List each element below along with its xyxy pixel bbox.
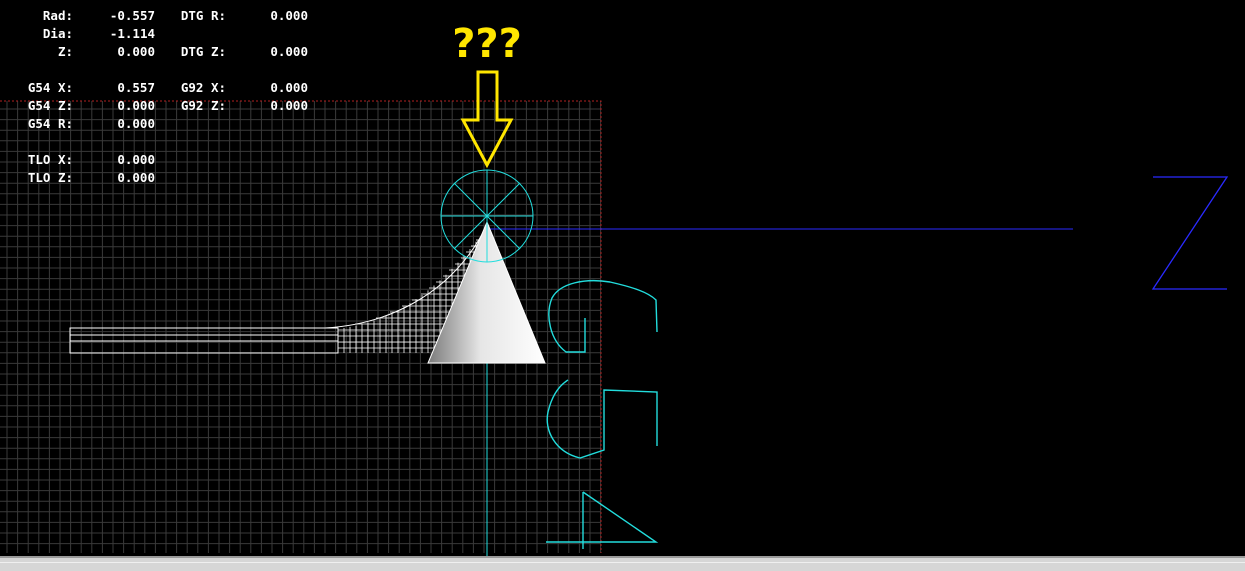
status-bar-highlight bbox=[0, 562, 1245, 563]
dro-readout: Rad: -0.557 DTG R: 0.000 Dia: -1.114 Z: 0.000 DT… bbox=[0, 0, 330, 200]
dro-value: 0.000 bbox=[270, 8, 308, 23]
dro-label: DTG Z: bbox=[180, 44, 226, 59]
3d-preview-viewport[interactable]: Rad: -0.557 DTG R: 0.000 Dia: -1.114 Z: 0.000 DT… bbox=[0, 0, 1245, 556]
annotation-question-marks: ??? bbox=[452, 21, 522, 67]
dro-label: Dia: bbox=[42, 26, 73, 41]
dro-row: G54 R: 0.000 bbox=[0, 115, 330, 133]
z-axis-label-glyph bbox=[1151, 176, 1229, 290]
dro-label: G54 R: bbox=[27, 116, 73, 131]
dro-row: G54 X: 0.557 G92 X: 0.000 bbox=[0, 79, 330, 97]
dro-label: G92 X: bbox=[180, 80, 226, 95]
dro-label: Rad: bbox=[42, 8, 73, 23]
dro-row: Z: 0.000 DTG Z: 0.000 bbox=[0, 43, 330, 61]
dro-value: 0.000 bbox=[270, 98, 308, 113]
dro-value: 0.000 bbox=[117, 152, 155, 167]
dro-label: TLO Z: bbox=[27, 170, 73, 185]
dro-value: 0.000 bbox=[117, 170, 155, 185]
dro-row: TLO X: 0.000 bbox=[0, 151, 330, 169]
dro-value: -0.557 bbox=[109, 8, 155, 23]
dro-value: 0.000 bbox=[117, 44, 155, 59]
dro-label: DTG R: bbox=[180, 8, 226, 23]
dro-value: 0.000 bbox=[117, 116, 155, 131]
status-bar bbox=[0, 556, 1245, 571]
dro-label: G92 Z: bbox=[180, 98, 226, 113]
dro-value: 0.000 bbox=[270, 44, 308, 59]
dro-value: 0.557 bbox=[117, 80, 155, 95]
dro-value: -1.114 bbox=[109, 26, 155, 41]
origin-marker bbox=[440, 169, 534, 263]
dro-row bbox=[0, 61, 330, 79]
dro-row: TLO Z: 0.000 bbox=[0, 169, 330, 187]
dro-label: G54 Z: bbox=[27, 98, 73, 113]
dro-label: Z: bbox=[57, 44, 73, 59]
dro-value: 0.000 bbox=[117, 98, 155, 113]
dro-row bbox=[0, 133, 330, 151]
dro-row: Dia: -1.114 bbox=[0, 25, 330, 43]
dro-row: G54 Z: 0.000 G92 Z: 0.000 bbox=[0, 97, 330, 115]
dro-value: 0.000 bbox=[270, 80, 308, 95]
dro-label: TLO X: bbox=[27, 152, 73, 167]
dro-label: G54 X: bbox=[27, 80, 73, 95]
dro-row: Rad: -0.557 DTG R: 0.000 bbox=[0, 7, 330, 25]
